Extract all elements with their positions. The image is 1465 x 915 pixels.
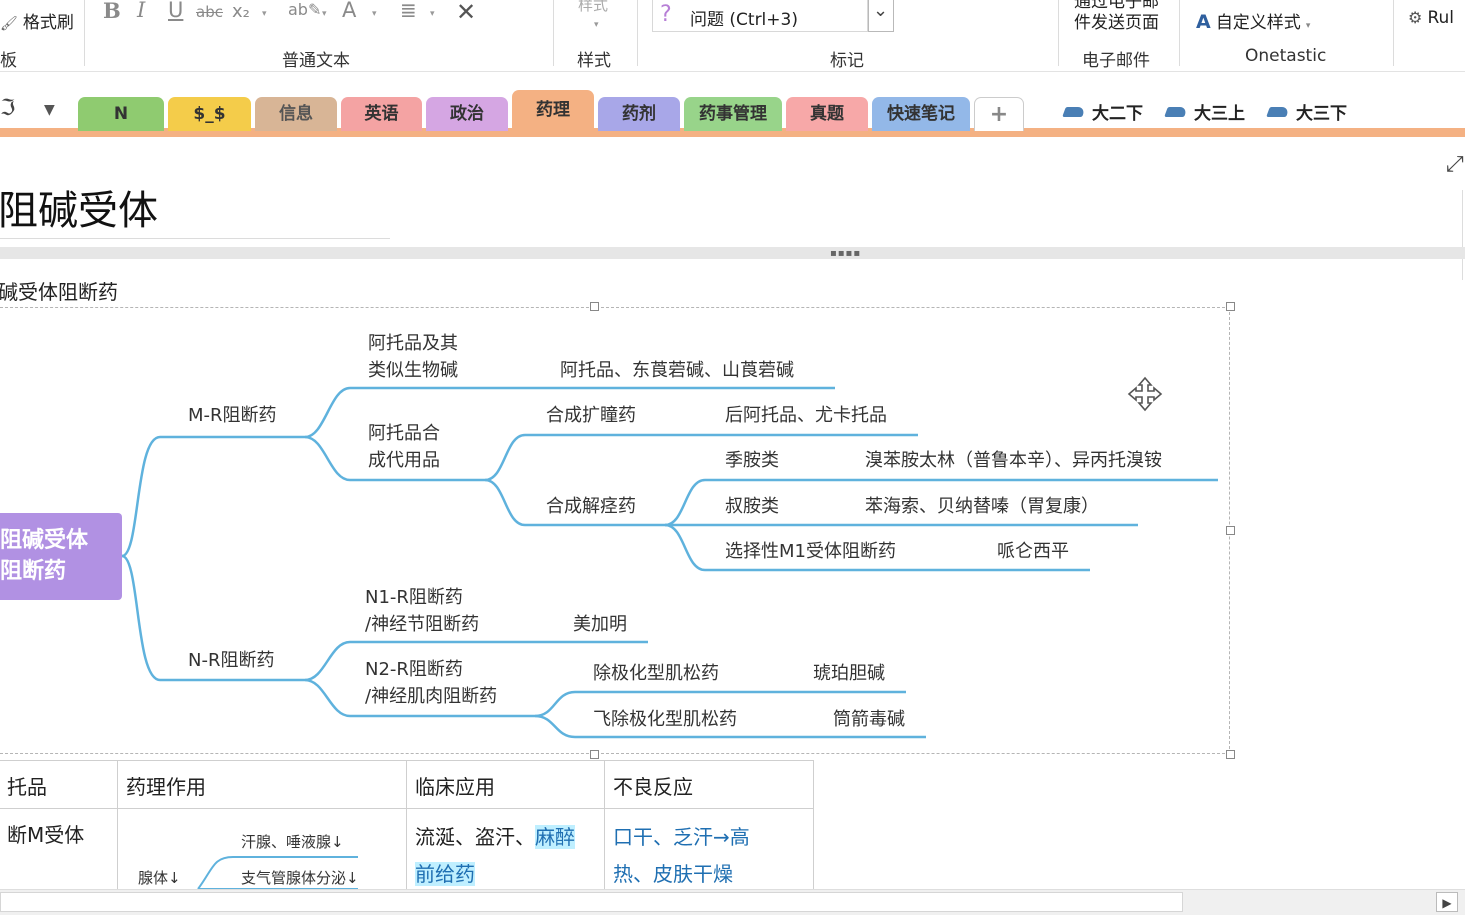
mindmap-node-atropine-group[interactable]: 阿托品及其 类似生物碱: [368, 330, 458, 384]
table-sweat-node: 汗腺、唾液腺↓: [241, 833, 344, 851]
mindmap-node-quaternary[interactable]: 季胺类: [725, 447, 779, 474]
table-cell-clinical[interactable]: 流涎、盗汗、麻醉 前给药: [406, 808, 605, 898]
mindmap-node-n1-items[interactable]: 美加明: [573, 611, 627, 638]
mindmap-node-mydriatic[interactable]: 合成扩瞳药: [546, 402, 636, 429]
table-bronchial-node: 支气管腺体分泌↓: [241, 869, 359, 887]
mindmap-node-synthetic-group[interactable]: 阿托品合 成代用品: [368, 420, 440, 474]
mindmap-node-depol[interactable]: 除极化型肌松药: [593, 660, 719, 687]
mindmap-node-nondepol[interactable]: 飞除极化型肌松药: [593, 706, 737, 733]
table-header-cell[interactable]: 不良反应: [604, 760, 814, 809]
table-header-cell[interactable]: 临床应用: [406, 760, 605, 809]
mindmap-node-selective[interactable]: 选择性M1受体阻断药: [725, 538, 896, 565]
mindmap-node-mr[interactable]: M-R阻断药: [188, 402, 277, 429]
mindmap-node-mydriatic-items[interactable]: 后阿托品、尤卡托品: [725, 402, 887, 429]
mindmap-node-tertiary-items[interactable]: 苯海索、贝纳替嗪（胃复康）: [865, 493, 1099, 520]
mindmap-node-n1[interactable]: N1-R阻断药/神经节阻断药: [365, 584, 479, 638]
table-cell-pharmacology[interactable]: 腺体↓ 汗腺、唾液腺↓ 支气管腺体分泌↓: [117, 808, 407, 898]
mindmap-node-n2[interactable]: N2-R阻断药/神经肌肉阻断药: [365, 656, 497, 710]
mindmap-root-node[interactable]: 阻碱受体 阻断药: [0, 513, 122, 600]
mindmap-node-quaternary-items[interactable]: 溴苯胺太林（普鲁本辛）、异丙托溴铵: [865, 447, 1162, 474]
move-icon[interactable]: [1125, 374, 1165, 414]
scroll-right-arrow-icon[interactable]: ▶: [1436, 892, 1458, 912]
table-header-cell[interactable]: 托品: [0, 760, 118, 809]
mindmap-node-tertiary[interactable]: 叔胺类: [725, 493, 779, 520]
mindmap-node-depol-items[interactable]: 琥珀胆碱: [813, 660, 885, 687]
horizontal-scroll-thumb[interactable]: [0, 892, 1183, 912]
table-cell[interactable]: 断M受体: [0, 808, 118, 898]
table-glands-node: 腺体↓: [138, 869, 181, 887]
mindmap-node-antispasmodic[interactable]: 合成解痉药: [546, 493, 636, 520]
mindmap-node-atropine-items[interactable]: 阿托品、东莨菪碱、山莨菪碱: [560, 357, 794, 384]
mindmap-node-nondepol-items[interactable]: 筒箭毒碱: [833, 706, 905, 733]
table-header-cell[interactable]: 药理作用: [117, 760, 407, 809]
table-cell-adverse[interactable]: 口干、乏汗→高 热、皮肤干燥: [604, 808, 814, 898]
mindmap-node-nr[interactable]: N-R阻断药: [188, 647, 274, 674]
mindmap-node-selective-items[interactable]: 哌仑西平: [997, 538, 1069, 565]
